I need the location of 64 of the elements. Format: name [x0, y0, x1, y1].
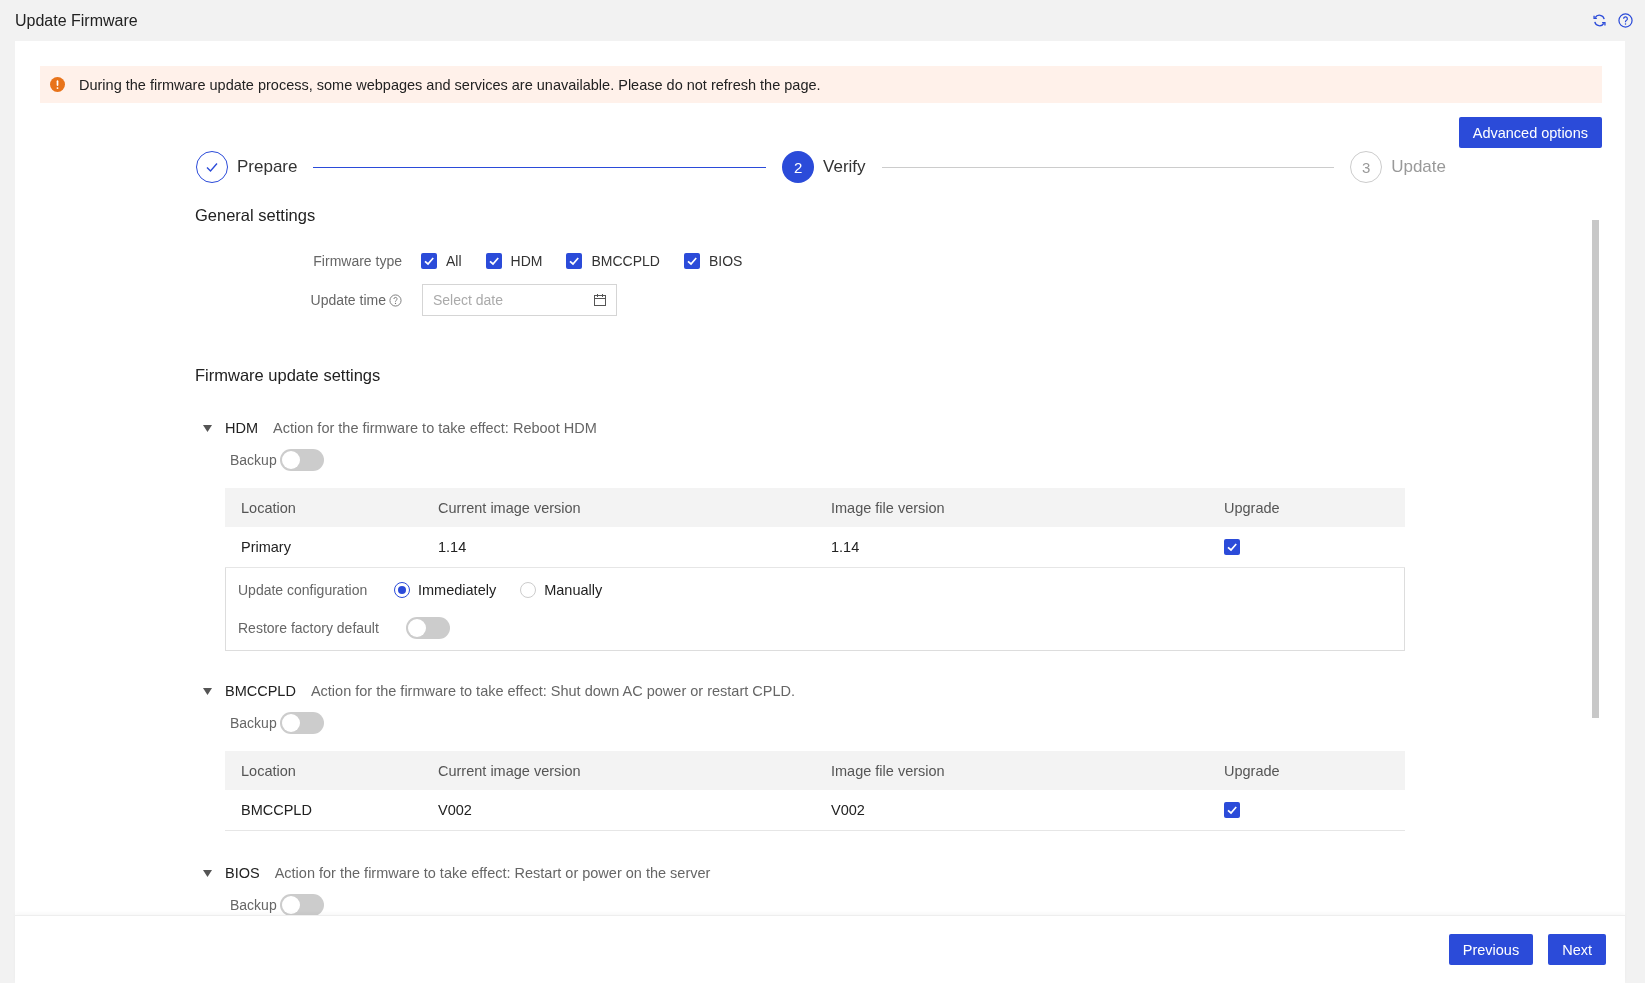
section-title: Firmware update settings — [195, 365, 382, 385]
column-header: Upgrade — [1223, 499, 1281, 516]
checkbox[interactable] — [1224, 539, 1240, 555]
column-header: Current image version — [437, 762, 582, 779]
collapse-triangle-icon[interactable] — [203, 687, 212, 695]
toggle-label: Backup — [230, 715, 277, 731]
alert-message: During the firmware update process, some webpages and services are unavailable. Please do not refresh the page. — [79, 76, 821, 93]
warning-icon — [50, 77, 65, 92]
date-field[interactable]: Select date — [422, 284, 617, 316]
field-label: Update configuration — [238, 582, 369, 598]
toggle-label: Backup — [230, 897, 277, 913]
firmware-name: BMCCPLD — [225, 683, 296, 699]
collapse-triangle-icon[interactable] — [203, 869, 212, 877]
action-description: Action for the firmware to take effect: Restart or power on the server — [274, 865, 711, 881]
toggle-label: Backup — [230, 452, 277, 468]
column-header: Location — [240, 499, 297, 516]
field-label: Firmware type — [312, 253, 402, 269]
calendar-icon[interactable] — [593, 293, 607, 307]
firmware-name: BIOS — [225, 865, 260, 881]
checkbox-label: BMCCPLD — [591, 253, 660, 269]
advanced-options-button[interactable]: Advanced options — [1458, 117, 1602, 148]
column-header: Image file version — [830, 499, 946, 516]
table-cell-text: Primary — [240, 539, 292, 555]
help-icon[interactable] — [1618, 13, 1633, 28]
firmware-name: HDM — [225, 420, 259, 436]
step-circle: 2 — [782, 151, 815, 183]
toggle-switch[interactable] — [279, 449, 324, 471]
checkbox-label: All — [446, 253, 462, 269]
toggle-switch[interactable] — [279, 894, 324, 915]
action-description: Action for the firmware to take effect: Reboot HDM — [273, 420, 597, 436]
radio-label: Manually — [544, 582, 603, 598]
step-label: Verify — [823, 157, 866, 177]
checkbox[interactable] — [421, 253, 437, 269]
checkbox-label: HDM — [510, 253, 543, 269]
field-label: Restore factory default — [238, 620, 380, 636]
radio-label: Immediately — [418, 582, 497, 598]
table-cell-text: 1.14 — [437, 539, 468, 555]
column-header: Upgrade — [1223, 762, 1281, 779]
table-cell-text: V002 — [437, 802, 473, 818]
step-label: Prepare — [237, 157, 298, 177]
refresh-icon[interactable] — [1592, 13, 1607, 28]
checkbox[interactable] — [683, 253, 700, 269]
checkbox[interactable] — [485, 253, 502, 269]
checkbox[interactable] — [1224, 802, 1240, 818]
checkbox-label: BIOS — [708, 253, 743, 269]
toggle-switch[interactable] — [279, 712, 324, 734]
footer-button[interactable]: Next — [1548, 934, 1606, 965]
radio-button[interactable] — [394, 582, 410, 598]
action-description: Action for the firmware to take effect: Shut down AC power or restart CPLD. — [310, 683, 795, 699]
field-label: Update time — [310, 292, 386, 308]
collapse-triangle-icon[interactable] — [203, 424, 212, 432]
checkbox[interactable] — [566, 253, 583, 269]
column-header: Image file version — [830, 762, 946, 779]
step-label: Update — [1391, 157, 1446, 177]
page-title: Update Firmware — [15, 11, 139, 30]
table-cell-text: V002 — [830, 802, 866, 818]
table-cell-text: BMCCPLD — [240, 802, 313, 818]
scrollbar-thumb[interactable] — [1591, 220, 1599, 718]
column-header: Location — [240, 762, 297, 779]
column-header: Current image version — [437, 499, 582, 516]
footer-button[interactable]: Previous — [1448, 934, 1534, 965]
table-cell-text: 1.14 — [830, 539, 861, 555]
toggle-switch[interactable] — [406, 617, 450, 639]
section-title: General settings — [195, 205, 317, 225]
